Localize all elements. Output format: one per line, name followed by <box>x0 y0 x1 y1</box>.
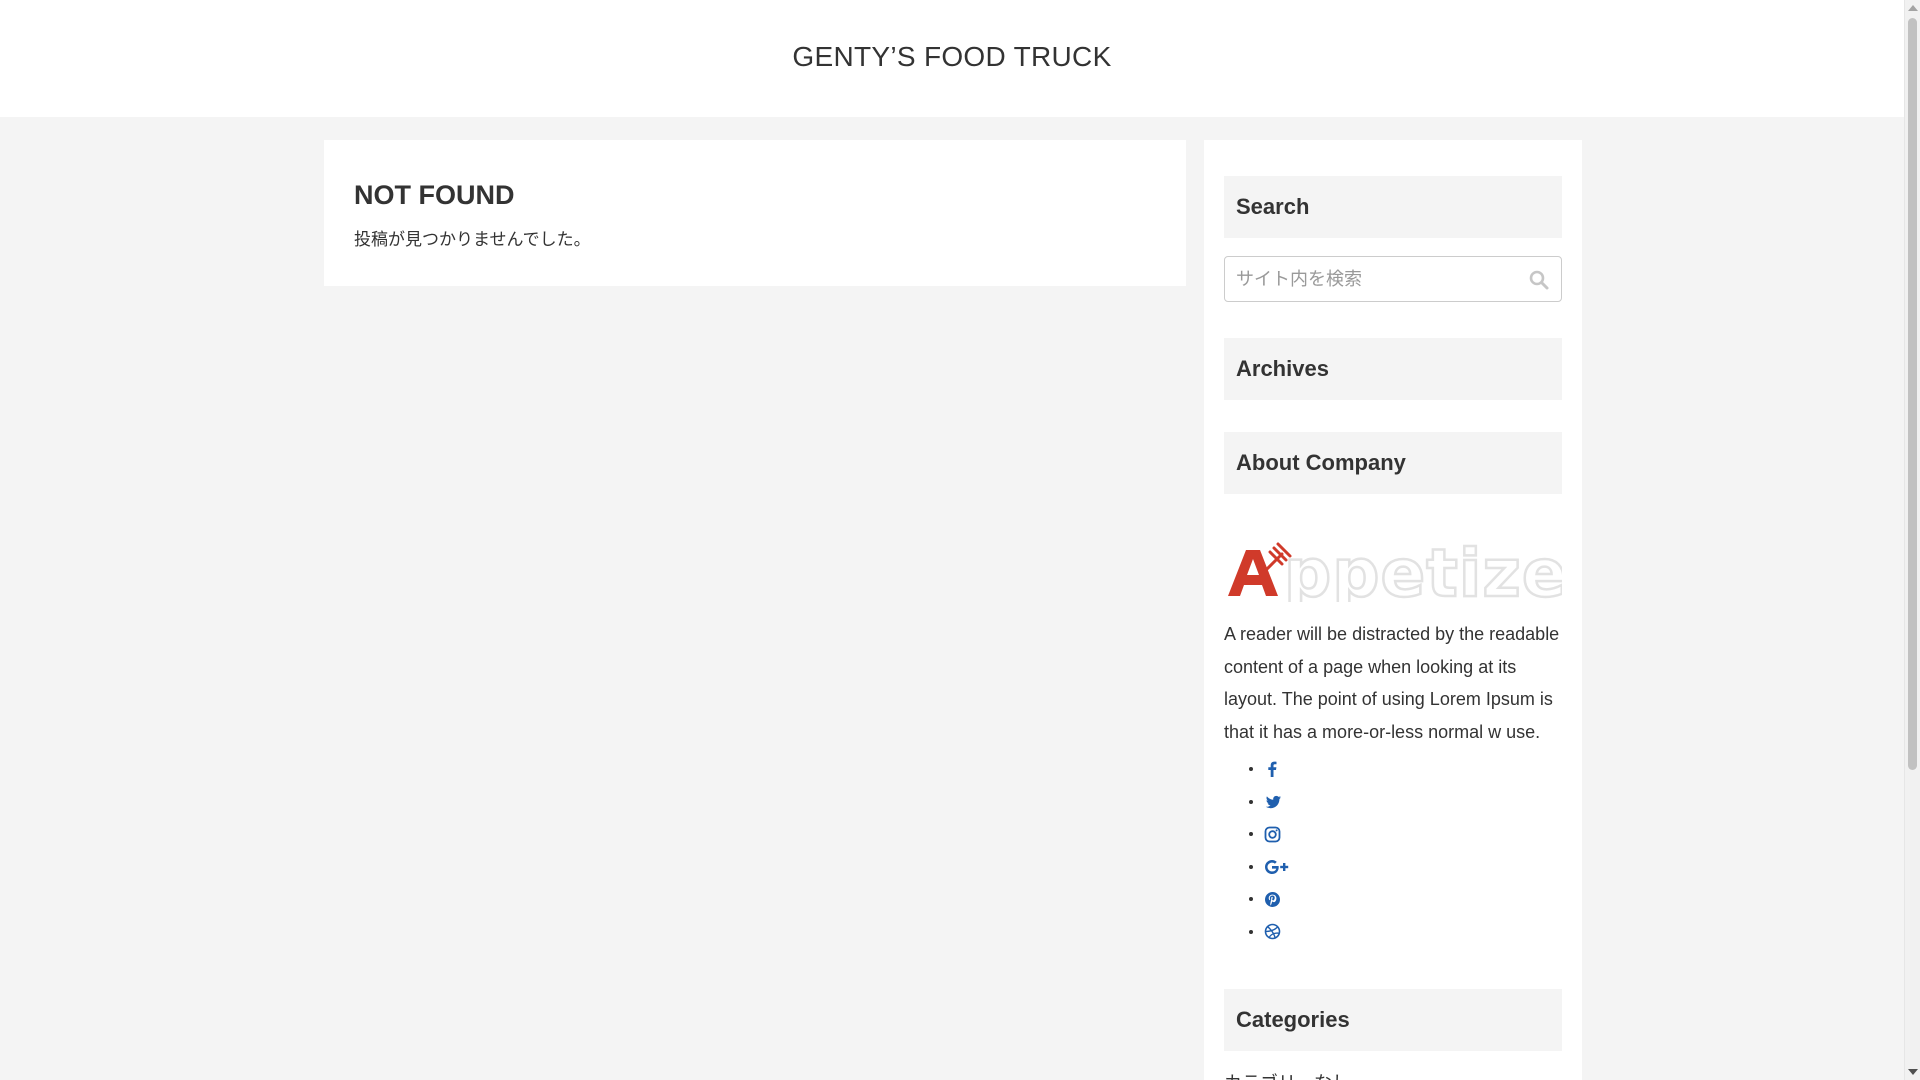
categories-widget-title: Categories <box>1224 989 1562 1051</box>
social-item <box>1264 758 1562 791</box>
scroll-up-arrow-icon[interactable] <box>1908 5 1918 11</box>
content-area: NOT FOUND 投稿が見つかりませんでした。 Search Archives… <box>324 140 1601 1080</box>
dribbble-icon <box>1264 923 1281 940</box>
search-button[interactable] <box>1527 268 1551 292</box>
twitter-icon <box>1265 795 1281 808</box>
sidebar: Search Archives About Company <box>1204 140 1601 1080</box>
page: GENTY’S FOOD TRUCK NOT FOUND 投稿が見つかりませんで… <box>0 0 1904 1080</box>
page-title: NOT FOUND <box>354 180 515 210</box>
site-title-link[interactable]: GENTY’S FOOD TRUCK <box>792 41 1111 73</box>
search-icon <box>1529 270 1549 290</box>
site-header: GENTY’S FOOD TRUCK <box>0 0 1904 117</box>
company-logo: ppetizer <box>1224 534 1601 613</box>
social-item <box>1264 856 1562 889</box>
search-form <box>1224 256 1562 302</box>
social-item <box>1264 921 1562 954</box>
social-item <box>1264 823 1562 856</box>
twitter-link[interactable] <box>1264 791 1282 813</box>
about-description: A reader will be distracted by the reada… <box>1224 624 1560 742</box>
facebook-icon <box>1268 761 1277 777</box>
archives-widget-title: Archives <box>1224 338 1562 400</box>
instagram-icon <box>1264 826 1281 842</box>
scroll-thumb[interactable] <box>1908 18 1917 770</box>
google-plus-icon <box>1265 859 1289 874</box>
social-links <box>1264 758 1562 953</box>
google-plus-link[interactable] <box>1264 856 1290 878</box>
vertical-scrollbar[interactable] <box>1904 0 1920 1080</box>
svg-text:ppetizer: ppetizer <box>1284 535 1562 602</box>
dribbble-link[interactable] <box>1264 921 1281 943</box>
search-input[interactable] <box>1225 257 1561 301</box>
about-widget-title: About Company <box>1224 432 1562 494</box>
social-item <box>1264 791 1562 824</box>
not-found-message: 投稿が見つかりませんでした。 <box>354 230 591 249</box>
social-item <box>1264 888 1562 921</box>
pinterest-link[interactable] <box>1264 888 1281 910</box>
scroll-down-arrow-icon[interactable] <box>1908 1069 1918 1075</box>
category-link[interactable]: カテゴリーなし <box>1224 1069 1350 1080</box>
pinterest-icon <box>1265 891 1280 907</box>
facebook-link[interactable] <box>1264 758 1280 780</box>
main-content: NOT FOUND 投稿が見つかりませんでした。 <box>324 140 1186 286</box>
instagram-link[interactable] <box>1264 823 1281 845</box>
search-widget-title: Search <box>1224 176 1562 238</box>
